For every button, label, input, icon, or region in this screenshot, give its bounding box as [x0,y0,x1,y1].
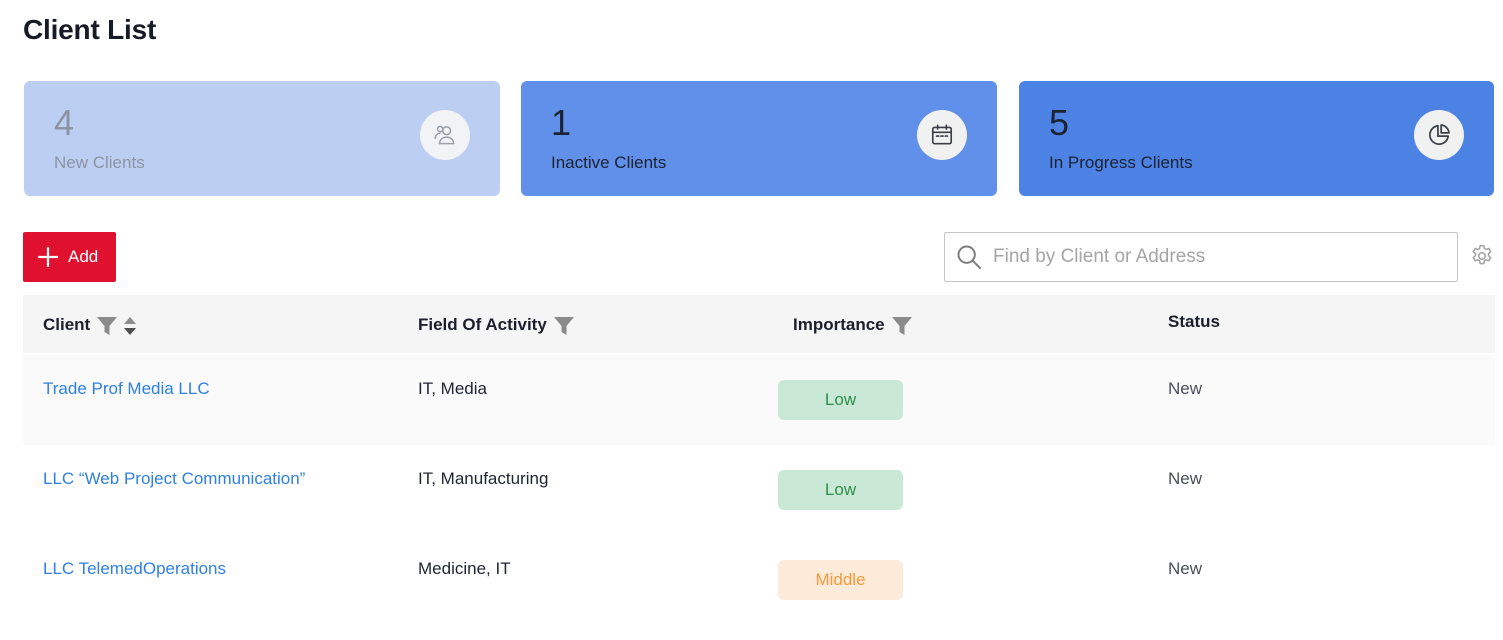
column-importance: Importance [793,312,913,337]
client-link[interactable]: LLC “Web Project Communication” [43,469,305,489]
table-header: Client Field Of Activity Importance Stat… [23,295,1495,353]
filter-icon[interactable] [891,315,913,337]
importance-badge: Middle [778,560,903,600]
column-importance-label: Importance [793,314,885,334]
inactive-clients-card[interactable]: 1 Inactive Clients [521,81,997,196]
client-link[interactable]: Trade Prof Media LLC [43,379,210,399]
users-icon [420,110,470,160]
add-button-label: Add [68,247,99,266]
importance-badge: Low [778,470,903,510]
add-client-button[interactable]: Add [23,232,116,282]
column-status: Status [1168,312,1220,332]
page-title: Client List [23,14,157,45]
client-link[interactable]: LLC TelemedOperations [43,559,226,579]
column-client: Client [43,312,138,337]
in-progress-clients-count: 5 [1049,102,1070,143]
sort-icon[interactable] [122,315,138,337]
new-clients-count: 4 [54,102,75,143]
settings-button[interactable] [1468,242,1496,270]
status-cell: New [1168,469,1203,488]
in-progress-clients-card[interactable]: 5 In Progress Clients [1019,81,1494,196]
search-icon [955,243,983,271]
status-cell: New [1168,379,1203,398]
plus-icon [38,247,58,267]
inactive-clients-count: 1 [551,102,572,143]
column-client-label: Client [43,314,91,334]
client-list-page: Client List 4 New Clients 1 Inactive Cli… [0,0,1503,640]
column-field-label: Field Of Activity [418,314,547,334]
field-of-activity-cell: Medicine, IT [418,559,511,578]
filter-icon[interactable] [553,315,575,337]
field-of-activity-cell: IT, Media [418,379,487,398]
filter-icon[interactable] [96,315,118,337]
gear-icon [1469,243,1495,269]
table-row[interactable]: LLC “Web Project Communication” IT, Manu… [23,445,1495,535]
field-of-activity-cell: IT, Manufacturing [418,469,549,488]
inactive-clients-label: Inactive Clients [551,153,667,172]
status-cell: New [1168,559,1203,578]
search-input[interactable] [993,237,1457,277]
table-row[interactable]: Trade Prof Media LLC IT, Media Low New [23,355,1495,445]
search-box[interactable] [944,232,1458,282]
in-progress-clients-label: In Progress Clients [1049,153,1193,172]
new-clients-label: New Clients [54,153,145,172]
new-clients-card[interactable]: 4 New Clients [24,81,500,196]
column-status-label: Status [1168,312,1220,331]
table-row[interactable]: LLC TelemedOperations Medicine, IT Middl… [23,535,1495,625]
pie-chart-icon [1414,110,1464,160]
column-field-of-activity: Field Of Activity [418,312,575,337]
calendar-icon [917,110,967,160]
importance-badge: Low [778,380,903,420]
